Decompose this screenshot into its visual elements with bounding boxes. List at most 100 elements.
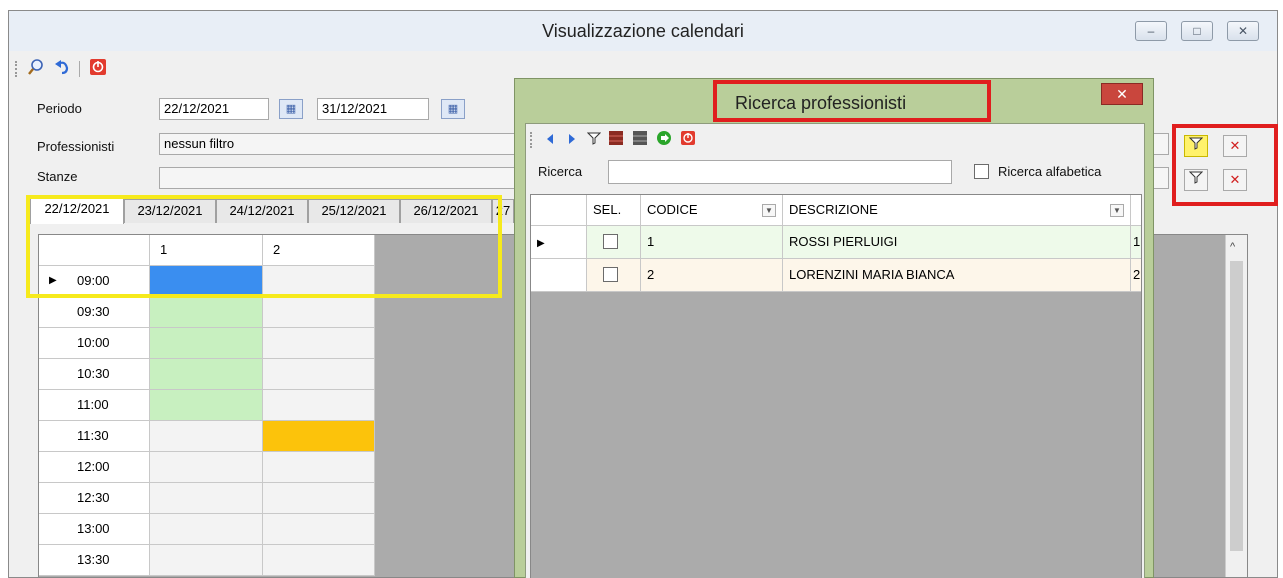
time-label: 13:30: [77, 552, 110, 567]
time-cell: 12:30: [39, 483, 150, 514]
calendar-picker-to-icon[interactable]: ▦: [441, 99, 465, 119]
tab-date[interactable]: 26/12/2021: [400, 199, 492, 223]
slot-cell[interactable]: [263, 328, 375, 359]
time-label: 10:30: [77, 366, 110, 381]
column-header-codice[interactable]: CODICE ▼: [641, 195, 783, 226]
sel-cell[interactable]: [587, 226, 641, 259]
descrizione-cell: LORENZINI MARIA BIANCA: [783, 259, 1131, 292]
row-selector[interactable]: [531, 259, 587, 292]
periodo-to-field[interactable]: 31/12/2021: [317, 98, 429, 120]
sel-cell[interactable]: [587, 259, 641, 292]
time-cell: 10:30: [39, 359, 150, 390]
periodo-label: Periodo: [37, 101, 82, 116]
search-label: Ricerca: [538, 164, 583, 179]
slot-cell[interactable]: [150, 545, 263, 576]
slot-cell[interactable]: [263, 266, 375, 297]
slot-cell[interactable]: [263, 297, 375, 328]
slot-cell[interactable]: [150, 452, 263, 483]
time-cell: 13:00: [39, 514, 150, 545]
sort-dropdown-icon[interactable]: ▼: [762, 204, 776, 217]
minimize-button[interactable]: –: [1135, 21, 1167, 41]
prev-icon[interactable]: [540, 130, 560, 150]
time-cell: 11:30: [39, 421, 150, 452]
slot-cell[interactable]: [150, 297, 263, 328]
close-button[interactable]: ✕: [1227, 21, 1259, 41]
slot-cell[interactable]: [150, 359, 263, 390]
slot-cell[interactable]: [263, 483, 375, 514]
row-marker-icon: ▶: [537, 238, 545, 249]
time-cell: 10:00: [39, 328, 150, 359]
row-checkbox[interactable]: [603, 234, 618, 249]
clear-stanze-icon[interactable]: ✕: [1223, 169, 1247, 191]
header-corner: [531, 195, 587, 226]
filter-professionisti-icon[interactable]: [1184, 135, 1208, 157]
toolbar-separator: [79, 61, 80, 77]
search-input[interactable]: [608, 160, 952, 184]
overflow-cell: 1: [1131, 226, 1141, 259]
slot-cell[interactable]: [263, 514, 375, 545]
grid-dark-icon[interactable]: [630, 130, 650, 150]
time-label: 12:00: [77, 459, 110, 474]
slot-cell[interactable]: [150, 421, 263, 452]
undo-icon[interactable]: [51, 58, 73, 78]
slot-cell[interactable]: [263, 359, 375, 390]
ricerca-professionisti-dialog: Ricerca professionisti ✕ Ricerca Ricerca…: [514, 78, 1154, 578]
confirm-icon[interactable]: [654, 130, 674, 150]
descrizione-cell: ROSSI PIERLUIGI: [783, 226, 1131, 259]
next-icon[interactable]: [562, 130, 582, 150]
grid-icon[interactable]: [606, 130, 626, 150]
column-header-descrizione[interactable]: DESCRIZIONE ▼: [783, 195, 1131, 226]
column-header: 1: [150, 235, 263, 266]
periodo-from-field[interactable]: 22/12/2021: [159, 98, 269, 120]
slot-cell[interactable]: [263, 390, 375, 421]
scroll-thumb[interactable]: [1230, 261, 1243, 551]
search-icon[interactable]: [25, 58, 47, 78]
tab-date[interactable]: 24/12/2021: [216, 199, 308, 223]
time-label: 11:00: [77, 397, 109, 412]
dialog-close-button[interactable]: ✕: [1101, 83, 1143, 105]
tab-date[interactable]: 22/12/2021: [30, 197, 124, 224]
slot-cell[interactable]: [263, 545, 375, 576]
stanze-label: Stanze: [37, 169, 78, 184]
time-cell: 13:30: [39, 545, 150, 576]
codice-cell: 2: [641, 259, 783, 292]
time-label: 11:30: [77, 428, 109, 443]
time-label: 09:00: [77, 273, 110, 288]
exit-icon[interactable]: [87, 58, 109, 78]
clear-professionisti-icon[interactable]: ✕: [1223, 135, 1247, 157]
row-checkbox[interactable]: [603, 267, 618, 282]
time-cell: 11:00: [39, 390, 150, 421]
filter-stanze-icon[interactable]: [1184, 169, 1208, 191]
slot-cell[interactable]: [150, 390, 263, 421]
tab-date[interactable]: 27: [492, 199, 514, 223]
professionisti-label: Professionisti: [37, 139, 115, 154]
row-selector[interactable]: ▶: [531, 226, 587, 259]
vertical-scrollbar[interactable]: ^: [1225, 235, 1247, 577]
restore-button[interactable]: □: [1181, 21, 1213, 41]
time-cell: 09:30: [39, 297, 150, 328]
time-cell: ▶ 09:00: [39, 266, 150, 297]
tab-date[interactable]: 23/12/2021: [124, 199, 216, 223]
slot-cell[interactable]: [150, 328, 263, 359]
scroll-up-icon[interactable]: ^: [1230, 241, 1235, 253]
tab-date[interactable]: 25/12/2021: [308, 199, 400, 223]
filter-icon[interactable]: [584, 130, 604, 150]
alpha-search-label: Ricerca alfabetica: [998, 164, 1102, 179]
slot-cell[interactable]: [150, 514, 263, 545]
time-label: 12:30: [77, 490, 110, 505]
dialog-body: Ricerca Ricerca alfabetica SEL. CODICE ▼…: [525, 123, 1145, 578]
slot-cell[interactable]: [150, 483, 263, 514]
codice-cell: 1: [641, 226, 783, 259]
sort-dropdown-icon[interactable]: ▼: [1110, 204, 1124, 217]
slot-cell[interactable]: [263, 421, 375, 452]
time-label: 10:00: [77, 335, 110, 350]
descrizione-header-label: DESCRIZIONE: [789, 202, 878, 217]
exit-icon[interactable]: [678, 130, 698, 150]
slot-cell[interactable]: [263, 452, 375, 483]
column-header: 2: [263, 235, 375, 266]
toolbar-grip: [15, 61, 18, 77]
calendar-picker-from-icon[interactable]: ▦: [279, 99, 303, 119]
professionisti-grid: SEL. CODICE ▼ DESCRIZIONE ▼ ▶ 1 ROSSI PI…: [530, 194, 1142, 578]
alpha-search-checkbox[interactable]: [974, 164, 989, 179]
slot-cell[interactable]: [150, 266, 263, 297]
